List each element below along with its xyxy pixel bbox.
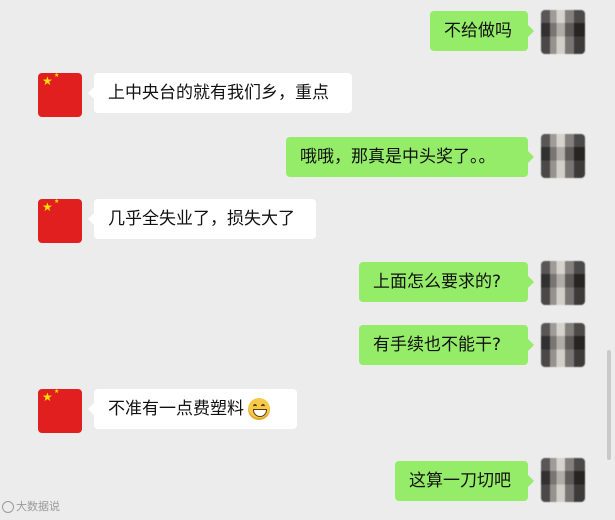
- watermark-text: 大数据说: [16, 500, 60, 513]
- flag-star-icon: ★: [42, 390, 53, 404]
- avatar[interactable]: ★ ★: [38, 73, 82, 117]
- avatar[interactable]: ★ ★: [38, 389, 82, 433]
- avatar[interactable]: [541, 10, 585, 54]
- avatar[interactable]: [541, 323, 585, 367]
- message-bubble[interactable]: 不给做吗: [430, 11, 534, 51]
- avatar[interactable]: ★ ★: [38, 199, 82, 243]
- chat-history: 不给做吗 ★ ★ 上中央台的就有我们乡，重点 哦哦，那真是中头奖了。。 ★ ★ …: [0, 0, 615, 520]
- grinning-face-icon: [248, 398, 270, 420]
- watermark: 大数据说: [2, 500, 60, 514]
- message-text: 不准有一点费塑料: [108, 399, 244, 419]
- message-bubble[interactable]: 不准有一点费塑料: [88, 389, 297, 429]
- flag-star-icon: ★: [54, 389, 60, 395]
- message-bubble[interactable]: 哦哦，那真是中头奖了。。: [286, 137, 534, 177]
- watermark-logo-icon: [2, 501, 14, 513]
- message-bubble[interactable]: 上中央台的就有我们乡，重点: [88, 73, 352, 113]
- scrollbar[interactable]: [607, 350, 611, 460]
- flag-star-icon: ★: [54, 73, 60, 79]
- avatar[interactable]: [541, 458, 585, 502]
- flag-star-icon: ★: [42, 74, 53, 88]
- avatar[interactable]: [541, 134, 585, 178]
- avatar[interactable]: [541, 261, 585, 305]
- message-bubble[interactable]: 几乎全失业了，损失大了: [88, 199, 316, 239]
- message-bubble[interactable]: 有手续也不能干?: [359, 325, 534, 365]
- flag-star-icon: ★: [54, 199, 60, 205]
- message-bubble[interactable]: 上面怎么要求的?: [359, 262, 534, 302]
- flag-star-icon: ★: [42, 200, 53, 214]
- message-bubble[interactable]: 这算一刀切吧: [395, 461, 534, 501]
